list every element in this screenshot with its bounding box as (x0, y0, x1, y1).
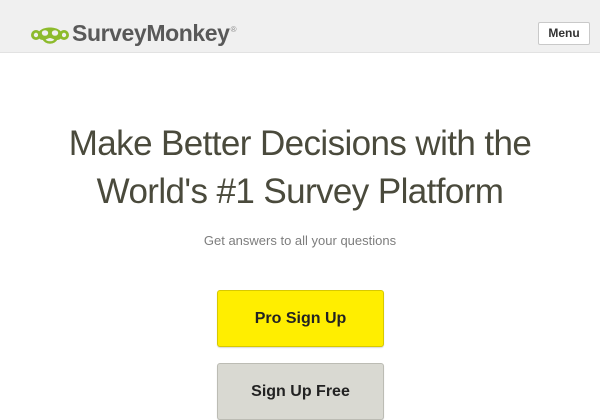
surveymonkey-logo[interactable]: SurveyMonkey ® (30, 19, 236, 47)
top-header: SurveyMonkey ® Menu (0, 0, 600, 53)
hero-title: Make Better Decisions with the World's #… (0, 120, 600, 216)
registered-mark: ® (230, 25, 237, 34)
pro-sign-up-button[interactable]: Pro Sign Up (217, 290, 384, 347)
surveymonkey-logo-icon (31, 27, 69, 44)
hero-subtitle: Get answers to all your questions (203, 233, 397, 248)
menu-button[interactable]: Menu (538, 22, 590, 45)
brand-name: SurveyMonkey (72, 20, 230, 46)
hero-title-line-1: Make Better Decisions with the (68, 124, 532, 163)
hero-title-line-2: World's #1 Survey Platform (96, 172, 504, 211)
sign-up-free-button[interactable]: Sign Up Free (217, 363, 384, 420)
